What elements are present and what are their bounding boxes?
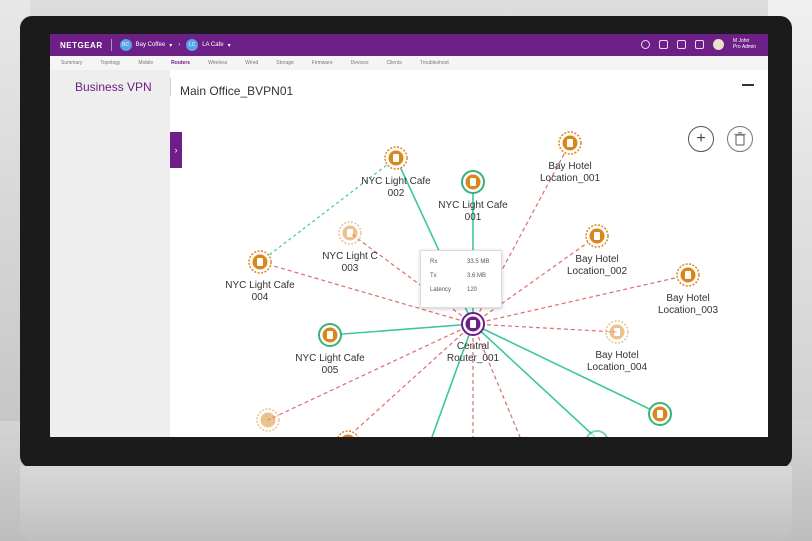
topbar-divider bbox=[110, 39, 112, 51]
tab-devices[interactable]: Devices bbox=[351, 60, 369, 66]
location-name: LA Cafe bbox=[202, 42, 224, 48]
location-avatar: LC bbox=[186, 39, 199, 51]
panel-title: Business VPN bbox=[75, 80, 152, 94]
link-nyc-005 bbox=[329, 323, 474, 336]
link-stats-tooltip: Rx 33.5 MB Tx 3.6 MB Latency 120 bbox=[420, 250, 502, 308]
label-nyc-005-1: NYC Light Cafe bbox=[295, 353, 365, 364]
label-bay-004-1: Bay Hotel bbox=[595, 350, 638, 361]
node-bay-004[interactable] bbox=[605, 320, 629, 344]
tab-wired[interactable]: Wired bbox=[245, 60, 258, 66]
label-nyc-004-1: NYC Light Cafe bbox=[225, 280, 295, 291]
link-lower-left bbox=[267, 323, 474, 421]
label-bay-001-1: Bay Hotel bbox=[548, 161, 591, 172]
node-lower-left[interactable] bbox=[256, 408, 280, 432]
nav-tabs: Summary Topology Mobile Routers Wireless… bbox=[50, 56, 768, 71]
add-node-button[interactable]: + bbox=[688, 126, 714, 152]
rx-label: Rx bbox=[430, 259, 438, 265]
latency-value: 120 bbox=[467, 287, 478, 293]
node-nyc-001[interactable] bbox=[461, 170, 485, 194]
breadcrumb-arrow-icon: › bbox=[178, 42, 181, 48]
header-divider bbox=[170, 78, 171, 96]
tab-clients[interactable]: Clients bbox=[386, 60, 401, 66]
user-role: Pro Admin bbox=[732, 44, 756, 50]
tab-firmware[interactable]: Firmware bbox=[312, 60, 333, 66]
left-panel: Business VPN bbox=[50, 70, 170, 437]
link-lower-5 bbox=[472, 323, 596, 437]
tx-label: Tx bbox=[430, 273, 437, 279]
settings-icon[interactable] bbox=[640, 39, 650, 49]
label-central-1: Central bbox=[457, 341, 489, 352]
label-nyc-003-2: 003 bbox=[342, 263, 359, 274]
node-nyc-003[interactable] bbox=[338, 221, 362, 245]
label-nyc-002-2: 002 bbox=[388, 188, 405, 199]
node-bay-001[interactable] bbox=[558, 131, 582, 155]
tab-troubleshoot[interactable]: Troubleshoot bbox=[420, 60, 449, 66]
tab-wireless[interactable]: Wireless bbox=[208, 60, 227, 66]
label-nyc-001-2: 001 bbox=[465, 212, 482, 223]
node-nyc-004[interactable] bbox=[248, 250, 272, 274]
expand-panel-button[interactable]: › bbox=[170, 132, 182, 168]
monitor-chin bbox=[20, 466, 792, 541]
chevron-down-icon: ▾ bbox=[169, 42, 173, 49]
trash-icon bbox=[734, 132, 746, 146]
user-avatar[interactable] bbox=[712, 38, 724, 50]
label-nyc-005-2: 005 bbox=[322, 365, 339, 376]
link-lower-1 bbox=[347, 323, 474, 437]
user-menu[interactable]: M Johri Pro Admin bbox=[733, 38, 756, 50]
node-bay-002[interactable] bbox=[585, 224, 609, 248]
tab-topology[interactable]: Topology bbox=[100, 60, 120, 66]
tab-mobile[interactable]: Mobile bbox=[138, 60, 153, 66]
label-bay-001-2: Location_001 bbox=[540, 173, 600, 184]
node-central-router[interactable] bbox=[461, 312, 485, 336]
node-bay-003[interactable] bbox=[676, 263, 700, 287]
fullscreen-icon[interactable] bbox=[694, 39, 704, 49]
label-nyc-004-2: 004 bbox=[252, 292, 269, 303]
org-name: Bay Coffee bbox=[135, 42, 166, 48]
link-bay-003 bbox=[472, 274, 689, 325]
org-selector[interactable]: BC Bay Coffee ▾ bbox=[119, 39, 173, 51]
node-nyc-005[interactable] bbox=[318, 323, 342, 347]
tab-storage[interactable]: Storage bbox=[276, 60, 294, 66]
org-avatar: BC bbox=[119, 39, 132, 51]
collapse-icon[interactable] bbox=[742, 84, 754, 86]
link-nyc-004-002 bbox=[259, 157, 397, 263]
label-bay-002-1: Bay Hotel bbox=[575, 254, 618, 265]
label-nyc-002-1: NYC Light Cafe bbox=[361, 176, 431, 187]
plus-icon: + bbox=[696, 130, 706, 147]
main-header: Main Office_BVPN01 bbox=[170, 70, 768, 103]
rx-value: 33.5 MB bbox=[467, 259, 490, 265]
link-bay-004 bbox=[472, 323, 618, 333]
notifications-icon[interactable] bbox=[676, 39, 686, 49]
label-nyc-003-1: NYC Light C bbox=[322, 251, 378, 262]
tab-routers[interactable]: Routers bbox=[171, 60, 190, 66]
latency-label: Latency bbox=[430, 287, 452, 293]
screen: NETGEAR BC Bay Coffee ▾ › LC LA Cafe ▾ M… bbox=[50, 34, 768, 437]
delete-node-button[interactable] bbox=[727, 126, 753, 152]
label-bay-002-2: Location_002 bbox=[567, 266, 627, 277]
node-nyc-002[interactable] bbox=[384, 146, 408, 170]
page-title: Main Office_BVPN01 bbox=[180, 84, 294, 98]
label-bay-003-1: Bay Hotel bbox=[666, 293, 709, 304]
label-central-2: Router_001 bbox=[447, 353, 500, 364]
cart-icon[interactable] bbox=[658, 39, 668, 49]
topology-canvas[interactable]: Central Router_001 NYC Light Cafe 002 NY… bbox=[170, 102, 768, 437]
tx-value: 3.6 MB bbox=[467, 273, 487, 279]
tab-summary[interactable]: Summary bbox=[61, 60, 82, 66]
netgear-logo: NETGEAR bbox=[60, 40, 103, 50]
label-nyc-001-1: NYC Light Cafe bbox=[438, 200, 508, 211]
topbar-actions: M Johri Pro Admin bbox=[640, 38, 756, 50]
location-selector[interactable]: LC LA Cafe ▾ bbox=[186, 39, 231, 51]
chevron-down-icon: ▾ bbox=[227, 42, 231, 49]
node-lower-mid[interactable] bbox=[337, 430, 359, 437]
label-bay-004-2: Location_004 bbox=[587, 362, 647, 373]
label-bay-003-2: Location_003 bbox=[658, 305, 718, 316]
node-lower-right[interactable] bbox=[648, 402, 672, 426]
app-topbar: NETGEAR BC Bay Coffee ▾ › LC LA Cafe ▾ M… bbox=[50, 34, 768, 56]
chevron-right-icon: › bbox=[174, 145, 178, 155]
